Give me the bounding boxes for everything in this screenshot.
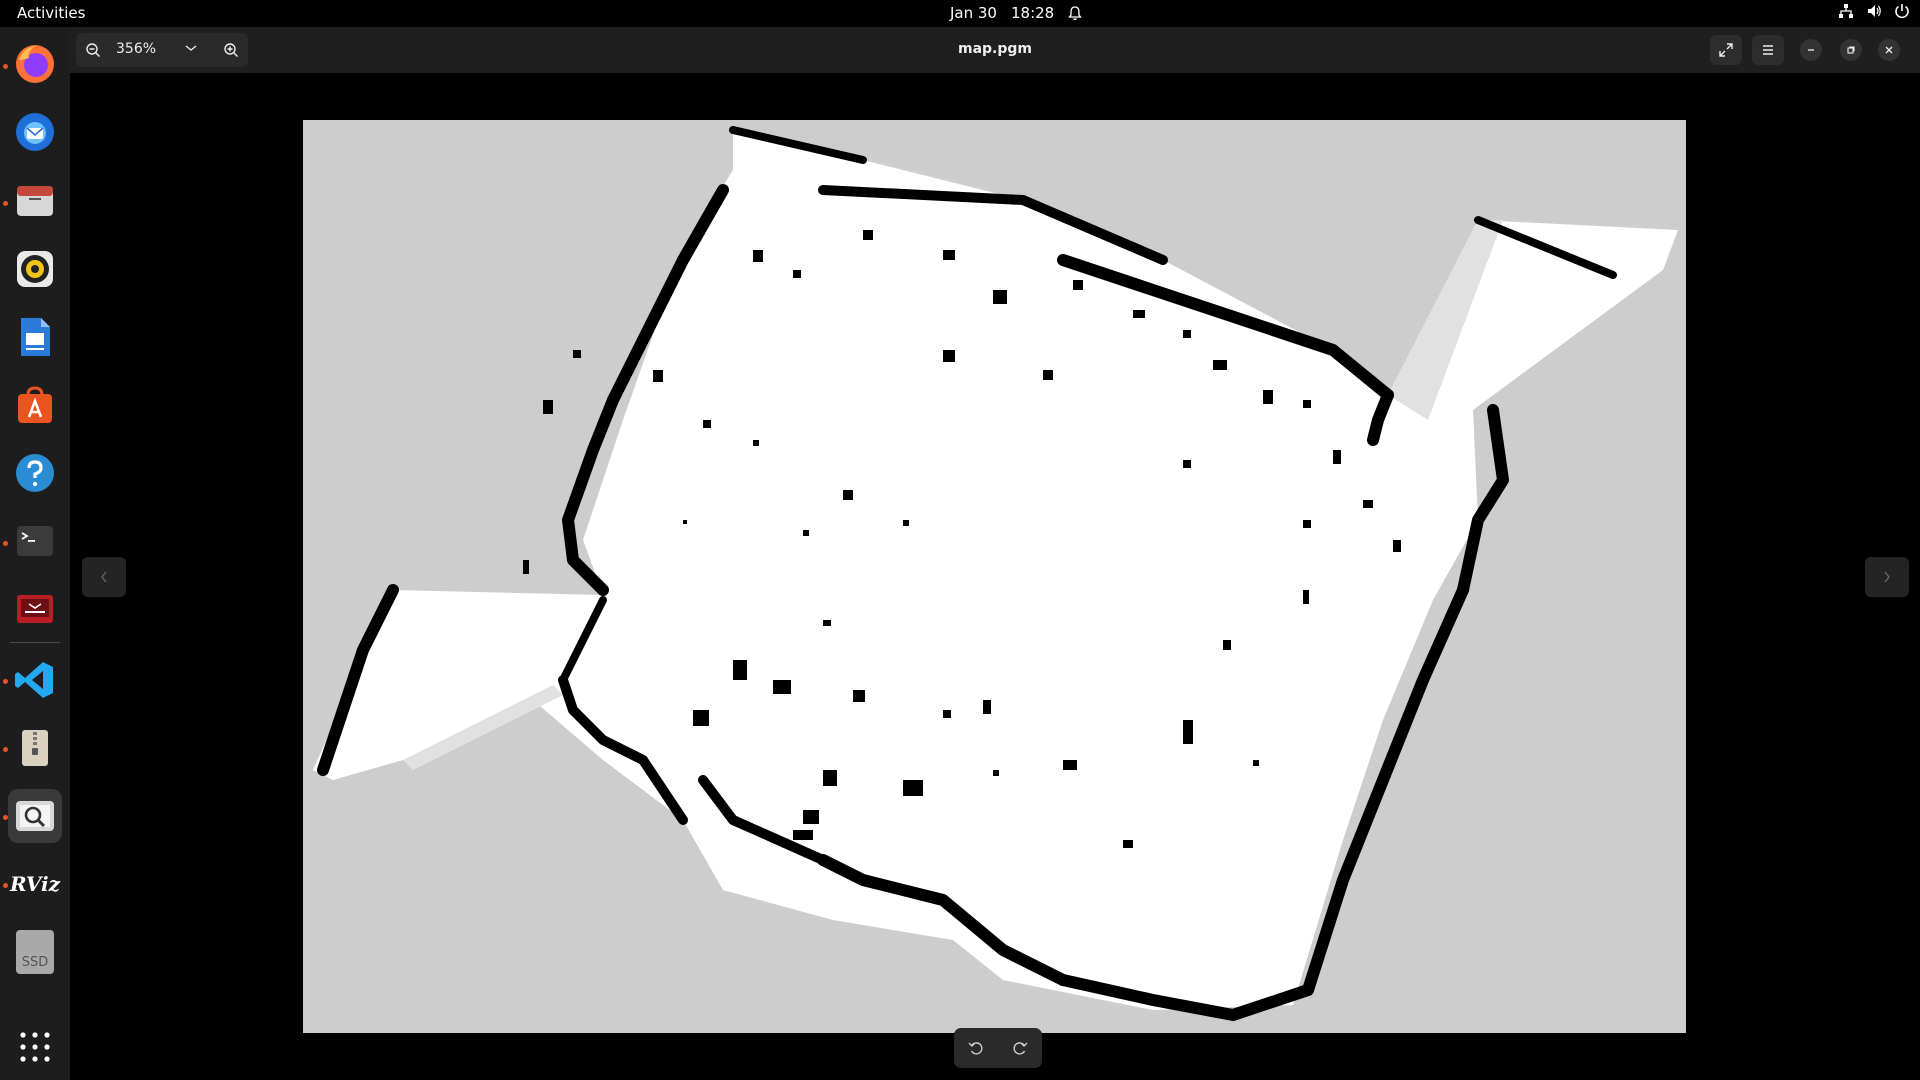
folder-icon	[17, 186, 53, 216]
terminal-icon	[17, 526, 53, 556]
clock[interactable]: Jan 30 18:28	[950, 4, 1083, 22]
help-icon	[16, 454, 54, 492]
hamburger-menu-icon	[1763, 45, 1773, 55]
running-indicator	[3, 679, 8, 684]
chevron-left-icon	[101, 571, 107, 583]
dock-item-firefox[interactable]	[8, 37, 62, 91]
image-viewer-window: 356% map.pgm	[70, 27, 1920, 1080]
date-label: Jan 30	[950, 4, 997, 22]
running-indicator	[3, 747, 8, 752]
dock-item-rhythmbox[interactable]	[8, 242, 62, 296]
window-title: map.pgm	[957, 41, 1032, 57]
fullscreen-button[interactable]	[1710, 35, 1742, 65]
drive-icon: SSD	[16, 930, 54, 974]
dock-item-rviz[interactable]: RViz	[8, 857, 62, 911]
remote-desktop-icon	[17, 595, 53, 623]
app-grid-icon	[20, 1032, 50, 1062]
network-icon	[1839, 4, 1853, 18]
vscode-icon	[15, 662, 53, 698]
show-apps-button[interactable]	[8, 1020, 62, 1074]
dock-item-help[interactable]	[8, 446, 62, 500]
thunderbird-icon	[16, 113, 54, 151]
dock-item-writer[interactable]	[8, 310, 62, 364]
rviz-icon: RViz	[9, 872, 61, 896]
close-button[interactable]	[1878, 39, 1900, 61]
dock-item-vscode[interactable]	[8, 653, 62, 707]
dock-item-app-center[interactable]	[8, 378, 62, 432]
running-indicator	[3, 201, 8, 206]
rotate-left-icon[interactable]	[967, 1039, 985, 1057]
main-menu-button[interactable]	[1752, 35, 1784, 65]
system-tray[interactable]	[1838, 3, 1910, 19]
dock-item-image-viewer[interactable]	[8, 789, 62, 843]
dock-separator	[10, 642, 60, 643]
activities-button[interactable]: Activities	[17, 4, 85, 22]
next-image-button[interactable]	[1865, 557, 1909, 597]
rotate-controls	[954, 1028, 1042, 1068]
minimize-icon	[1808, 49, 1814, 51]
dock-item-thunderbird[interactable]	[8, 105, 62, 159]
archive-icon	[22, 730, 48, 766]
running-indicator	[3, 815, 8, 820]
volume-icon	[1868, 5, 1881, 17]
occupancy-map-image	[313, 126, 1678, 1021]
dock-item-terminal[interactable]	[8, 514, 62, 568]
maximize-button[interactable]	[1840, 39, 1862, 61]
top-bar: Activities Jan 30 18:28	[0, 0, 1920, 27]
close-icon	[1885, 46, 1893, 54]
previous-image-button[interactable]	[82, 557, 126, 597]
image-viewer-icon	[16, 801, 54, 831]
dock-item-ssd[interactable]: SSD	[8, 925, 62, 979]
image-canvas[interactable]	[303, 120, 1686, 1033]
chevron-right-icon	[1884, 571, 1890, 583]
ssd-label: SSD	[21, 955, 49, 970]
running-indicator	[3, 883, 8, 888]
dock-item-files[interactable]	[8, 174, 62, 228]
rotate-right-icon[interactable]	[1011, 1039, 1029, 1057]
rhythmbox-icon	[17, 251, 53, 287]
restore-icon	[1847, 46, 1855, 54]
app-center-icon	[18, 386, 52, 423]
dock-item-archive[interactable]	[8, 721, 62, 775]
bell-icon	[1068, 5, 1083, 20]
dock: RViz SSD	[0, 27, 70, 1080]
header-bar: 356% map.pgm	[70, 27, 1920, 73]
writer-icon	[21, 318, 50, 356]
running-indicator	[3, 541, 8, 546]
minimize-button[interactable]	[1800, 39, 1822, 61]
dock-item-remote-desktop[interactable]	[8, 582, 62, 636]
time-label: 18:28	[1010, 4, 1055, 22]
running-indicator	[3, 64, 8, 69]
firefox-icon	[16, 45, 54, 83]
fullscreen-icon	[1719, 43, 1733, 57]
power-icon	[1895, 4, 1909, 19]
